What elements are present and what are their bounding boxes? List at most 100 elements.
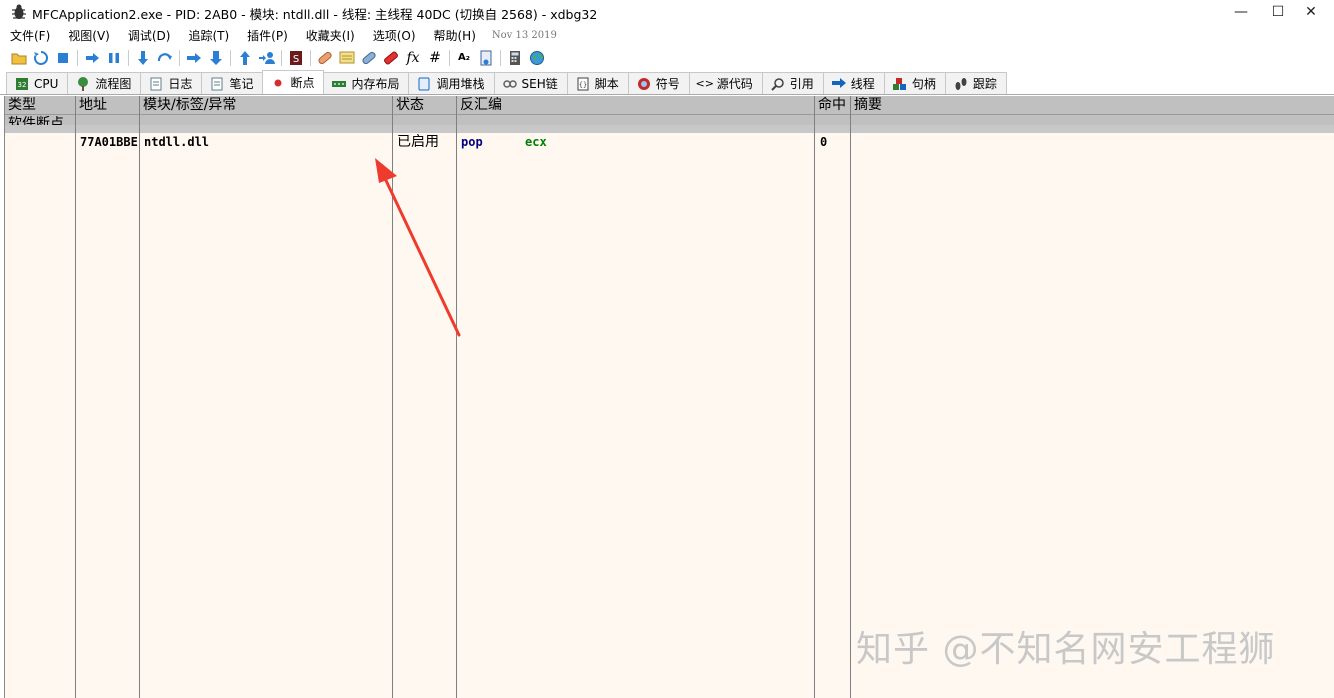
toolbar-separator <box>500 50 501 66</box>
row-operand: ecx <box>525 135 547 149</box>
tab-script[interactable]: {} 脚本 <box>566 72 629 94</box>
tab-label: 调用堆栈 <box>436 77 485 91</box>
window-title: MFCApplication2.exe - PID: 2AB0 - 模块: nt… <box>32 7 598 22</box>
column-header-disassembly[interactable]: 反汇编 <box>457 96 814 114</box>
menu-plugins[interactable]: 插件(P) <box>237 27 296 44</box>
run-icon[interactable] <box>84 50 100 66</box>
tab-label: 引用 <box>789 77 814 91</box>
trace-over-icon[interactable] <box>208 50 224 66</box>
svg-text:32: 32 <box>18 81 27 89</box>
row-address: 77A01BBE <box>80 135 138 149</box>
tab-breakpoints[interactable]: 断点 <box>262 70 325 94</box>
column-header-summary[interactable]: 摘要 <box>851 96 1331 114</box>
menu-help[interactable]: 帮助(H) <box>424 27 484 44</box>
watermark: 知乎 @不知名网安工程狮 <box>856 629 1276 670</box>
tab-seh-chain[interactable]: SEH链 <box>493 72 568 94</box>
tree-icon <box>76 76 90 91</box>
breakpoint-icon <box>271 76 285 90</box>
breakpoints-table[interactable]: 类型 地址 模块/标签/异常 状态 反汇编 命中 摘要 软件断点 77A01BB… <box>4 96 1334 698</box>
title-bar: MFCApplication2.exe - PID: 2AB0 - 模块: nt… <box>0 0 1334 24</box>
label-icon[interactable] <box>361 50 377 66</box>
menu-debug[interactable]: 调试(D) <box>118 27 179 44</box>
toolbar-separator <box>449 50 450 66</box>
scylla-icon[interactable]: S <box>288 50 304 66</box>
tab-label: 跟踪 <box>972 77 997 91</box>
close-button[interactable]: ✕ <box>1288 0 1334 24</box>
function-icon[interactable]: fx <box>405 50 421 66</box>
tab-cpu[interactable]: 32 CPU <box>6 72 69 94</box>
bookmark-icon[interactable] <box>383 50 399 66</box>
tab-label: 源代码 <box>716 77 753 91</box>
tab-trace[interactable]: 跟踪 <box>944 72 1007 94</box>
open-icon[interactable] <box>11 50 27 66</box>
execute-till-return-icon[interactable] <box>237 50 253 66</box>
toolbar-separator <box>179 50 180 66</box>
tab-handles[interactable]: 句柄 <box>883 72 946 94</box>
toolbar-separator <box>230 50 231 66</box>
memory-icon <box>332 77 347 91</box>
column-header-module[interactable]: 模块/标签/异常 <box>140 96 392 114</box>
tab-call-stack[interactable]: 调用堆栈 <box>408 72 495 94</box>
menu-favourites[interactable]: 收藏夹(I) <box>296 27 363 44</box>
stop-icon[interactable] <box>55 50 71 66</box>
menu-file[interactable]: 文件(F) <box>0 27 58 44</box>
step-over-icon[interactable] <box>157 50 173 66</box>
tab-references[interactable]: 引用 <box>761 72 824 94</box>
calculator-icon[interactable] <box>507 50 523 66</box>
tab-log[interactable]: 日志 <box>140 72 203 94</box>
run-to-user-code-icon[interactable] <box>259 50 275 66</box>
tab-graph[interactable]: 流程图 <box>67 72 142 94</box>
tab-label: 笔记 <box>229 77 254 91</box>
restart-icon[interactable] <box>33 50 49 66</box>
tab-notes[interactable]: 笔记 <box>201 72 264 94</box>
script-icon: {} <box>576 77 590 91</box>
svg-text:S: S <box>293 54 299 65</box>
column-header-status[interactable]: 状态 <box>393 96 456 114</box>
build-date: Nov 13 2019 <box>491 29 557 41</box>
toolbar-separator <box>310 50 311 66</box>
comment-icon[interactable] <box>339 50 355 66</box>
tab-label: 脚本 <box>594 77 619 91</box>
tab-memory-map[interactable]: 内存布局 <box>323 72 410 94</box>
tab-symbols[interactable]: 符号 <box>627 72 690 94</box>
tab-label: CPU <box>34 76 59 91</box>
tab-label: 句柄 <box>911 77 936 91</box>
hash-icon[interactable]: # <box>427 50 443 66</box>
trace-into-icon[interactable] <box>186 50 202 66</box>
patch-icon[interactable] <box>317 50 333 66</box>
column-header-hits[interactable]: 命中 <box>815 96 850 114</box>
globe-icon[interactable] <box>529 50 545 66</box>
tab-source[interactable]: <> 源代码 <box>688 72 763 94</box>
group-divider <box>5 125 1334 133</box>
menu-trace[interactable]: 追踪(T) <box>178 27 237 44</box>
trace-icon <box>954 77 968 91</box>
toolbar-separator <box>128 50 129 66</box>
document-icon[interactable] <box>478 50 494 66</box>
thread-icon <box>831 77 846 91</box>
tab-label: 线程 <box>850 77 875 91</box>
column-header-address[interactable]: 地址 <box>76 96 139 114</box>
column-divider[interactable] <box>75 96 76 698</box>
tab-label: 内存布局 <box>351 77 400 91</box>
handle-icon <box>892 77 907 91</box>
menu-options[interactable]: 选项(O) <box>363 27 424 44</box>
tab-threads[interactable]: 线程 <box>822 72 885 94</box>
step-into-icon[interactable] <box>135 50 151 66</box>
menu-view[interactable]: 视图(V) <box>58 27 118 44</box>
tab-label: SEH链 <box>521 77 558 91</box>
tab-label: 日志 <box>168 77 193 91</box>
tab-bar: 32 CPU 流程图 日志 笔记 断点 内存布局 调用堆栈 SEH链 {} 脚本 符… <box>0 70 1334 95</box>
column-divider[interactable] <box>850 96 851 698</box>
column-divider[interactable] <box>814 96 815 698</box>
font-icon[interactable]: A₂ <box>456 50 472 66</box>
callstack-icon <box>417 77 431 91</box>
column-header-type[interactable]: 类型 <box>5 96 75 114</box>
row-status: 已启用 <box>397 134 439 150</box>
bug-icon <box>12 4 26 19</box>
pause-icon[interactable] <box>106 50 122 66</box>
seh-icon <box>502 77 517 91</box>
annotation-arrow <box>375 158 461 337</box>
column-divider[interactable] <box>139 96 140 698</box>
table-header: 类型 地址 模块/标签/异常 状态 反汇编 命中 摘要 <box>5 96 1334 115</box>
row-hits: 0 <box>820 135 828 149</box>
